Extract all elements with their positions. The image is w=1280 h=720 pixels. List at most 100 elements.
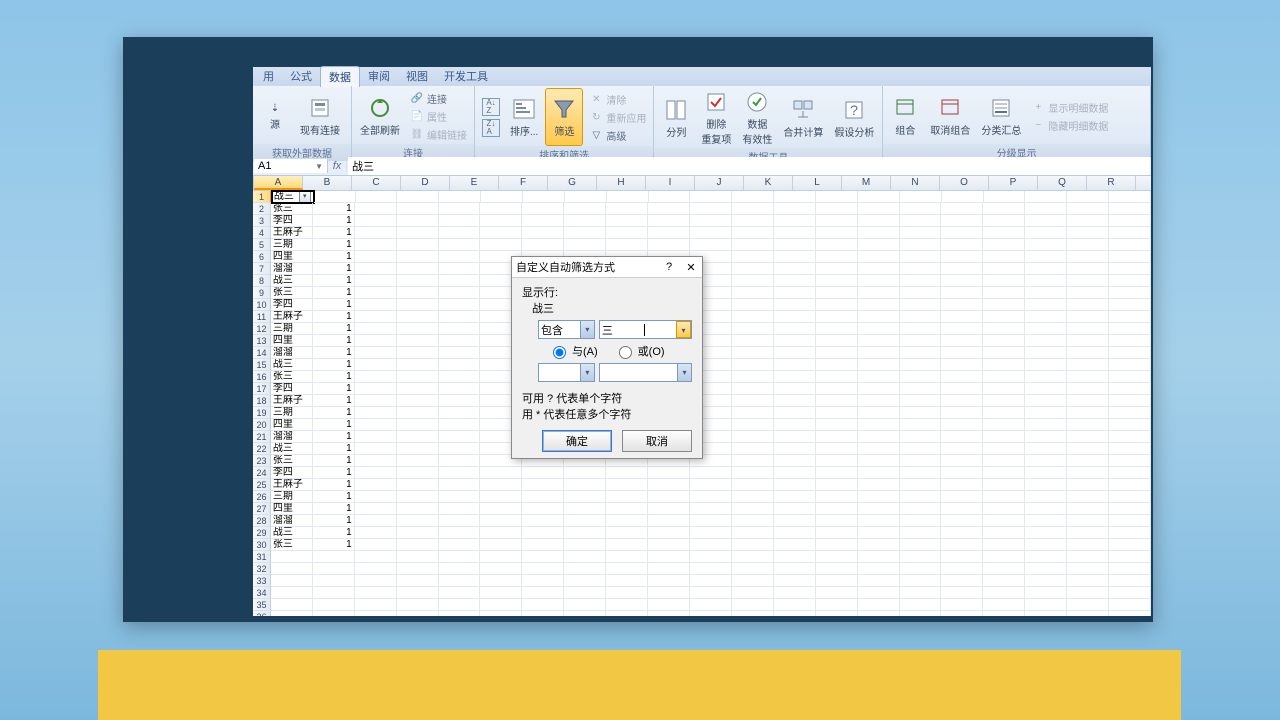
cell[interactable] [1067,395,1109,407]
cell[interactable] [732,563,774,575]
cell[interactable] [941,443,983,455]
cell[interactable] [648,599,690,611]
cell[interactable] [439,587,481,599]
cell[interactable]: 张三 [271,287,313,299]
column-header[interactable]: Q [1038,176,1087,190]
cell[interactable] [816,419,858,431]
cell[interactable] [858,359,900,371]
cell[interactable] [941,227,983,239]
cell[interactable] [1025,347,1067,359]
cell[interactable] [480,563,522,575]
cell[interactable] [397,335,439,347]
cell[interactable] [1067,287,1109,299]
condition2-value[interactable]: ▾ [599,363,692,382]
cell[interactable] [1109,323,1151,335]
cell[interactable]: 1 [313,455,355,467]
cell[interactable] [858,275,900,287]
cell[interactable] [480,599,522,611]
cell[interactable] [900,611,942,616]
cell[interactable] [271,611,313,616]
cell[interactable] [606,563,648,575]
cell[interactable] [983,323,1025,335]
cell[interactable] [648,203,690,215]
cell[interactable] [858,371,900,383]
column-header[interactable]: F [499,176,548,190]
cell[interactable] [397,479,439,491]
cell[interactable] [983,395,1025,407]
cell[interactable]: 战三▾ [272,191,314,203]
cell[interactable] [1109,587,1151,599]
cell[interactable] [355,323,397,335]
cell[interactable] [480,587,522,599]
column-header[interactable]: R [1087,176,1136,190]
cell[interactable] [858,587,900,599]
cell[interactable] [816,491,858,503]
cell[interactable] [397,323,439,335]
cell[interactable] [439,383,481,395]
cell[interactable]: 王麻子 [271,479,313,491]
cell[interactable] [397,359,439,371]
btn-subtotal[interactable]: 分类汇总 [977,88,1025,144]
cell[interactable] [1067,311,1109,323]
cell[interactable] [732,311,774,323]
row-header[interactable]: 34 [253,587,271,599]
cell[interactable] [313,599,355,611]
cell[interactable] [1109,395,1151,407]
cell[interactable] [858,323,900,335]
cell[interactable] [816,527,858,539]
row-header[interactable]: 14 [253,347,271,359]
cell[interactable] [1067,551,1109,563]
cell[interactable] [774,563,816,575]
cell[interactable] [1067,455,1109,467]
cell[interactable] [900,455,942,467]
cell[interactable] [355,539,397,551]
cell[interactable] [1109,227,1151,239]
cell[interactable] [397,371,439,383]
cell[interactable] [900,563,942,575]
cell[interactable] [983,611,1025,616]
cell[interactable] [522,239,564,251]
cell[interactable] [439,479,481,491]
cell[interactable] [941,359,983,371]
cell[interactable] [1025,335,1067,347]
cell[interactable] [1025,383,1067,395]
cell[interactable] [816,347,858,359]
cell[interactable] [1109,215,1151,227]
cell[interactable] [1109,431,1151,443]
cell[interactable] [355,347,397,359]
cell[interactable] [774,515,816,527]
cell[interactable] [439,323,481,335]
cell[interactable] [858,227,900,239]
cell[interactable] [941,527,983,539]
cell[interactable] [900,215,942,227]
cell[interactable] [690,215,732,227]
cell[interactable] [816,203,858,215]
cell[interactable] [983,539,1025,551]
row-header[interactable]: 27 [253,503,271,515]
cell[interactable] [732,431,774,443]
cell[interactable] [522,215,564,227]
cell[interactable] [606,527,648,539]
cell[interactable] [522,467,564,479]
cell[interactable] [397,407,439,419]
cell[interactable]: 李四 [271,299,313,311]
cell[interactable] [1109,359,1151,371]
cell[interactable] [732,227,774,239]
cell[interactable] [732,539,774,551]
cell[interactable] [564,551,606,563]
cell[interactable] [900,407,942,419]
row-header[interactable]: 13 [253,335,271,347]
cell[interactable] [1109,251,1151,263]
cell[interactable] [439,227,481,239]
cell[interactable] [1025,431,1067,443]
cell[interactable]: 1 [313,239,355,251]
cell[interactable] [355,239,397,251]
cell[interactable] [816,479,858,491]
cell[interactable] [480,239,522,251]
cell[interactable] [1025,287,1067,299]
cell[interactable] [816,587,858,599]
cell[interactable] [858,419,900,431]
cell[interactable]: 四里 [271,503,313,515]
btn-remove-dup[interactable]: 删除 重复项 [697,88,735,148]
cell[interactable] [1025,551,1067,563]
